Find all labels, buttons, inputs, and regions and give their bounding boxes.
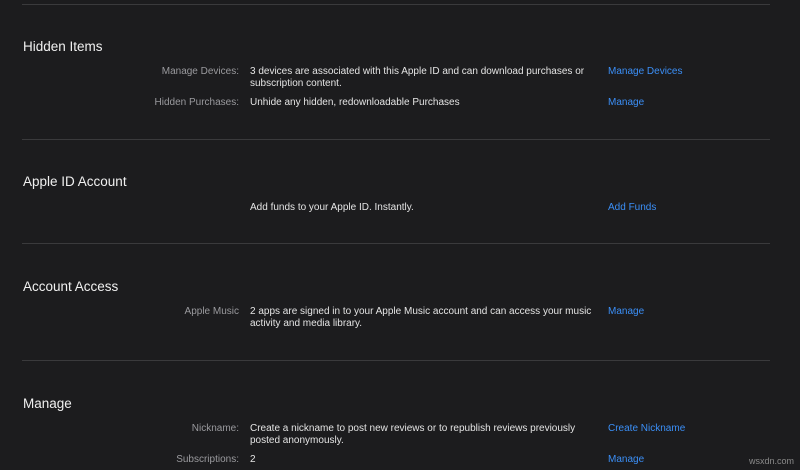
manage-devices-link[interactable]: Manage Devices xyxy=(608,66,682,77)
manage-subscriptions-link[interactable]: Manage xyxy=(608,454,644,465)
row-description-nickname: Create a nickname to post new reviews or… xyxy=(250,423,576,446)
row-label-manage-devices: Manage Devices: xyxy=(161,66,239,77)
watermark: wsxdn.com xyxy=(748,456,794,466)
section-divider xyxy=(22,360,770,361)
row-label-hidden-purchases: Hidden Purchases: xyxy=(154,97,240,108)
section-title-apple-id-account: Apple ID Account xyxy=(23,174,127,189)
section-title-manage: Manage xyxy=(23,396,72,411)
row-label-apple-music: Apple Music xyxy=(184,306,239,317)
section-title-hidden-items: Hidden Items xyxy=(23,39,103,54)
section-title-account-access: Account Access xyxy=(23,279,119,294)
row-description-hidden-purchases: Unhide any hidden, redownloadable Purcha… xyxy=(250,97,460,108)
row-description-apple-music: 2 apps are signed in to your Apple Music… xyxy=(250,306,592,329)
add-funds-link[interactable]: Add Funds xyxy=(608,202,656,213)
manage-apple-music-link[interactable]: Manage xyxy=(608,306,644,317)
create-nickname-link[interactable]: Create Nickname xyxy=(608,423,685,434)
subscriptions-count: 2 xyxy=(250,454,256,465)
row-label-subscriptions: Subscriptions: xyxy=(176,454,239,465)
section-divider xyxy=(22,139,770,140)
manage-hidden-purchases-link[interactable]: Manage xyxy=(608,97,644,108)
section-divider xyxy=(22,243,770,244)
row-description-add-funds: Add funds to your Apple ID. Instantly. xyxy=(250,202,414,213)
section-divider xyxy=(22,4,770,5)
account-settings-page: Hidden Items Manage Devices: 3 devices a… xyxy=(0,0,800,470)
row-description-manage-devices: 3 devices are associated with this Apple… xyxy=(250,66,585,89)
row-label-nickname: Nickname: xyxy=(191,423,239,434)
